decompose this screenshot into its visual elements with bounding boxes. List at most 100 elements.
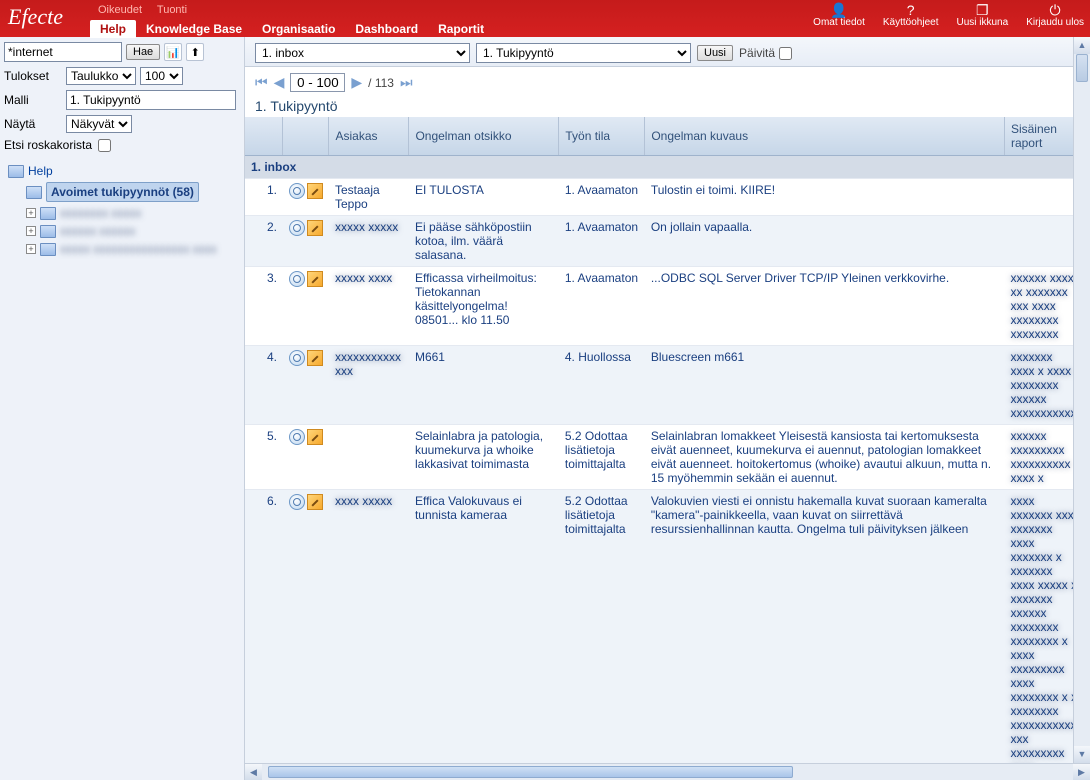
folder-icon <box>40 207 56 220</box>
help-icon: ? <box>907 2 915 17</box>
main-toolbar: 1. inbox 1. Tukipyyntö Uusi Päivitä <box>245 37 1073 67</box>
page-last-icon[interactable]: ⏭ <box>400 74 413 91</box>
cell-description: Tulostin ei toimi. KIIRE! <box>645 179 1005 216</box>
table-row[interactable]: 6.xxxx xxxxxEffica Valokuvaus ei tunnist… <box>245 490 1073 764</box>
scroll-right-icon[interactable]: ▶ <box>1073 764 1090 780</box>
row-number: 5. <box>245 425 283 490</box>
menu-reports[interactable]: Raportit <box>428 20 494 38</box>
page-range-input[interactable] <box>290 73 345 92</box>
topicon-new-window[interactable]: ❐Uusi ikkuna <box>956 2 1008 28</box>
vertical-scrollbar[interactable]: ▲ ▼ <box>1073 37 1090 763</box>
refresh-checkbox[interactable] <box>779 47 792 60</box>
view-icon[interactable] <box>289 350 305 366</box>
chart-icon[interactable]: 📊 <box>164 43 182 61</box>
up-arrow-icon[interactable]: ⬆ <box>186 43 204 61</box>
scroll-down-icon[interactable]: ▼ <box>1074 746 1090 763</box>
col-number[interactable] <box>245 117 283 156</box>
tree-node-active[interactable]: Avoimet tukipyynnöt (58) <box>22 180 240 204</box>
col-actions[interactable] <box>283 117 329 156</box>
cell-title: Ei pääse sähköpostiin kotoa, ilm. väärä … <box>409 216 559 267</box>
show-select[interactable]: Näkyvät <box>66 115 132 133</box>
page-prev-icon[interactable]: ◀ <box>274 74 285 91</box>
tree-node-blur2[interactable]: + xxxxxx xxxxxx <box>22 222 240 240</box>
col-report[interactable]: Sisäinen raport <box>1004 117 1073 156</box>
view-icon[interactable] <box>289 429 305 445</box>
tree-node-blur1[interactable]: + xxxxxxxx xxxxx <box>22 204 240 222</box>
scroll-left-icon[interactable]: ◀ <box>245 764 262 780</box>
edit-icon[interactable] <box>307 494 323 510</box>
menu-org[interactable]: Organisaatio <box>252 20 345 38</box>
cell-title: Efficassa virheilmoitus: Tietokannan käs… <box>409 267 559 346</box>
scroll-up-icon[interactable]: ▲ <box>1074 37 1090 54</box>
edit-icon[interactable] <box>307 220 323 236</box>
cell-customer: Testaaja Teppo <box>329 179 409 216</box>
refresh-label: Päivitä <box>739 46 775 60</box>
tree-root-help[interactable]: Help <box>4 162 240 180</box>
scroll-thumb[interactable] <box>268 766 793 778</box>
link-rights[interactable]: Oikeudet <box>98 4 142 16</box>
view-icon[interactable] <box>289 220 305 236</box>
group-header: 1. inbox <box>245 156 1073 179</box>
horizontal-scrollbar[interactable]: ◀ ▶ <box>245 763 1090 780</box>
pager: ⏮ ◀ ▶ / 113 ⏭ <box>245 67 1073 96</box>
tree-node-blur3[interactable]: + xxxxx xxxxxxxxxxxxxxxx xxxx <box>22 240 240 258</box>
link-import[interactable]: Tuonti <box>157 4 187 16</box>
list-caption: 1. Tukipyyntö <box>245 96 1073 117</box>
topicon-own-info[interactable]: 👤Omat tiedot <box>813 2 865 28</box>
expand-icon[interactable]: + <box>26 208 36 218</box>
row-number: 3. <box>245 267 283 346</box>
template-label: Malli <box>4 93 62 107</box>
cell-customer: xxxx xxxxx <box>329 490 409 764</box>
new-button[interactable]: Uusi <box>697 45 733 61</box>
top-icon-bar: 👤Omat tiedot ?Käyttöohjeet ❐Uusi ikkuna … <box>813 2 1084 28</box>
menu-kb[interactable]: Knowledge Base <box>136 20 252 38</box>
trash-checkbox[interactable] <box>98 139 111 152</box>
row-actions <box>283 425 329 490</box>
edit-icon[interactable] <box>307 429 323 445</box>
table-row[interactable]: 5.Selainlabra ja patologia, kuumekurva j… <box>245 425 1073 490</box>
main-panel: 1. inbox 1. Tukipyyntö Uusi Päivitä ⏮ ◀ … <box>245 37 1090 780</box>
top-banner: Efecte Oikeudet Tuonti Help Knowledge Ba… <box>0 0 1090 37</box>
cell-description: Selainlabran lomakkeet Yleisestä kansios… <box>645 425 1005 490</box>
topicon-logout[interactable]: ⏻Kirjaudu ulos <box>1026 2 1084 28</box>
table-row[interactable]: 3.xxxxx xxxxEfficassa virheilmoitus: Tie… <box>245 267 1073 346</box>
search-button[interactable]: Hae <box>126 44 160 60</box>
template-input[interactable] <box>66 90 236 110</box>
col-customer[interactable]: Asiakas <box>329 117 409 156</box>
page-next-icon[interactable]: ▶ <box>351 74 362 91</box>
view-icon[interactable] <box>289 183 305 199</box>
results-count-select[interactable]: 100 <box>140 67 183 85</box>
template-select[interactable]: 1. Tukipyyntö <box>476 43 691 63</box>
trash-label: Etsi roskakorista <box>4 138 92 152</box>
edit-icon[interactable] <box>307 183 323 199</box>
cell-customer: xxxxx xxxxx <box>329 216 409 267</box>
view-icon[interactable] <box>289 271 305 287</box>
table-row[interactable]: 1.Testaaja TeppoEI TULOSTA1. AvaamatonTu… <box>245 179 1073 216</box>
edit-icon[interactable] <box>307 271 323 287</box>
cell-description: On jollain vapaalla. <box>645 216 1005 267</box>
table-row[interactable]: 4.xxxxxxxxxxx xxxM6614. HuollossaBluescr… <box>245 346 1073 425</box>
topicon-manual[interactable]: ?Käyttöohjeet <box>883 2 939 28</box>
expand-icon[interactable]: + <box>26 226 36 236</box>
view-icon[interactable] <box>289 494 305 510</box>
col-description[interactable]: Ongelman kuvaus <box>645 117 1005 156</box>
row-number: 4. <box>245 346 283 425</box>
folder-select[interactable]: 1. inbox <box>255 43 470 63</box>
edit-icon[interactable] <box>307 350 323 366</box>
results-mode-select[interactable]: Taulukko <box>66 67 136 85</box>
expand-icon[interactable]: + <box>26 244 36 254</box>
col-title[interactable]: Ongelman otsikko <box>409 117 559 156</box>
cell-state: 1. Avaamaton <box>559 179 645 216</box>
cell-description: Valokuvien viesti ei onnistu hakemalla k… <box>645 490 1005 764</box>
scroll-thumb[interactable] <box>1076 54 1088 82</box>
table-row[interactable]: 2.xxxxx xxxxxEi pääse sähköpostiin kotoa… <box>245 216 1073 267</box>
sidebar: Hae 📊 ⬆ Tulokset Taulukko 100 Malli Näyt… <box>0 37 245 780</box>
show-label: Näytä <box>4 117 62 131</box>
row-actions <box>283 267 329 346</box>
menu-dashboard[interactable]: Dashboard <box>345 20 428 38</box>
menu-help[interactable]: Help <box>90 20 136 38</box>
search-input[interactable] <box>4 42 122 62</box>
col-state[interactable]: Työn tila <box>559 117 645 156</box>
page-first-icon[interactable]: ⏮ <box>255 74 268 91</box>
cell-state: 1. Avaamaton <box>559 267 645 346</box>
